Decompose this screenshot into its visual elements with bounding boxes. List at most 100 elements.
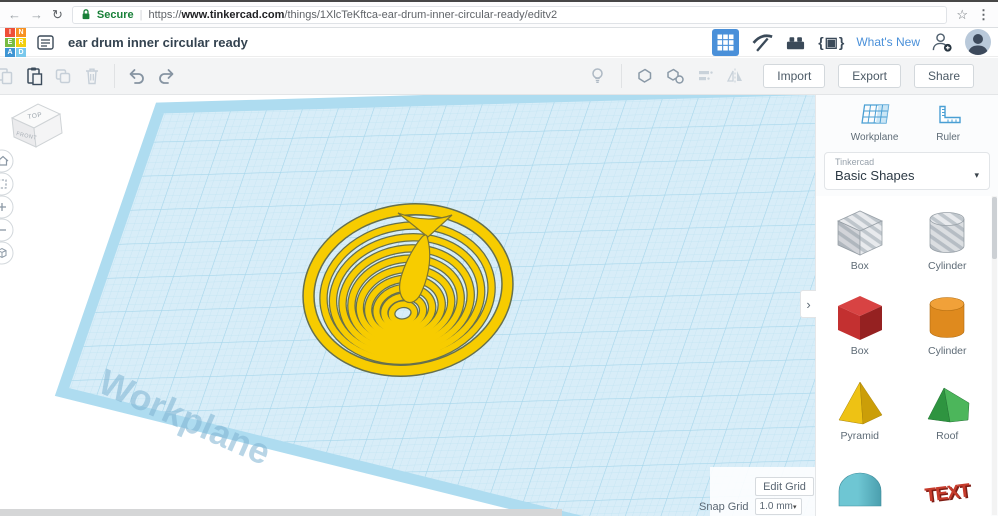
brick-export-button[interactable] <box>784 33 807 51</box>
panel-collapse-button[interactable]: › <box>800 290 816 318</box>
shapes-panel: › Workplane Ruler <box>815 95 998 516</box>
toolbar-separator <box>114 64 115 88</box>
round-roof-icon <box>830 460 890 512</box>
shape-tile-cylinder-orange[interactable]: Cylinder <box>904 281 992 366</box>
header-actions: {▣} What's New <box>712 29 998 56</box>
design-title[interactable]: ear drum inner circular ready <box>68 35 248 50</box>
mirror-icon[interactable] <box>725 66 745 86</box>
import-button[interactable]: Import <box>763 64 825 88</box>
url-domain: www.tinkercad.com <box>182 9 285 21</box>
shape-label: Roof <box>936 430 958 442</box>
redo-icon[interactable] <box>156 66 176 86</box>
edit-toolbar: Import Export Share <box>0 58 998 95</box>
browser-toolbar: ← → ↻ Secure | https://www.tinkercad.com… <box>0 2 998 28</box>
snap-grid-caret-icon: ▾ <box>793 503 797 511</box>
bookmark-star-icon[interactable]: ☆ <box>956 7 968 23</box>
workplane-helper-label: Workplane <box>851 132 899 143</box>
box-striped-icon <box>830 205 890 257</box>
paste-icon[interactable] <box>24 66 44 86</box>
ungroup-icon[interactable] <box>665 66 685 86</box>
logo-cell: N <box>16 28 26 37</box>
shape-tile-roof[interactable]: Roof <box>904 366 992 451</box>
ruler-helper-button[interactable]: Ruler <box>933 102 963 143</box>
shape-label: Box <box>851 260 869 272</box>
panel-scrollbar[interactable] <box>992 196 997 515</box>
codeblocks-button[interactable]: {▣} <box>818 34 845 51</box>
design-view-button[interactable] <box>712 29 739 56</box>
user-avatar[interactable] <box>965 29 991 55</box>
toolbar-separator <box>621 64 622 88</box>
show-all-lightbulb-icon[interactable] <box>588 66 608 86</box>
logo-cell: R <box>16 38 26 47</box>
tinkercad-logo[interactable]: I N E R A D <box>5 28 26 57</box>
view-cube[interactable]: TOP FRONT <box>12 104 62 147</box>
workplane-grid-icon <box>858 102 892 129</box>
app-header: I N E R A D ear drum inner circular read… <box>0 28 998 57</box>
logo-cell: I <box>5 28 15 37</box>
tinkercad-editor-window: ← → ↻ Secure | https://www.tinkercad.com… <box>0 0 998 516</box>
invite-user-button[interactable] <box>931 31 954 53</box>
export-button[interactable]: Export <box>838 64 901 88</box>
group-icon[interactable] <box>635 66 655 86</box>
shape-tile-box-red[interactable]: Box <box>816 281 904 366</box>
share-button[interactable]: Share <box>914 64 974 88</box>
chevron-right-icon: › <box>806 297 810 312</box>
shape-tile-pyramid[interactable]: Pyramid <box>816 366 904 451</box>
logo-cell: E <box>5 38 15 47</box>
page-url: https://www.tinkercad.com/things/1XlcTeK… <box>148 9 557 21</box>
shape-tile-cylinder-striped[interactable]: Cylinder <box>904 196 992 281</box>
clipboard-tools <box>0 64 176 88</box>
duplicate-icon[interactable] <box>53 66 73 86</box>
cylinder-orange-icon <box>917 290 977 342</box>
panel-scrollbar-thumb[interactable] <box>992 197 997 259</box>
roof-icon <box>917 375 977 427</box>
text-3d-icon: TEXT TEXT <box>917 460 977 512</box>
box-red-icon <box>830 290 890 342</box>
shape-label: Cylinder <box>928 260 967 272</box>
shape-label: Pyramid <box>840 430 879 442</box>
ruler-helper-label: Ruler <box>936 132 960 143</box>
window-bottom-strip <box>0 509 562 516</box>
browser-menu-icon[interactable]: ⋮ <box>977 7 990 23</box>
dropdown-brand-label: Tinkercad <box>835 157 979 167</box>
browser-forward-icon[interactable]: → <box>30 8 43 21</box>
snap-grid-select[interactable]: 1.0 mm ▾ <box>755 498 802 515</box>
shape-label: Cylinder <box>928 345 967 357</box>
edit-grid-button[interactable]: Edit Grid <box>755 477 814 496</box>
align-icon[interactable] <box>695 66 715 86</box>
shape-tools: Import Export Share <box>588 64 998 88</box>
address-bar[interactable]: Secure | https://www.tinkercad.com/thing… <box>72 6 947 24</box>
properties-list-icon <box>37 34 55 51</box>
delete-icon[interactable] <box>82 66 102 86</box>
cylinder-striped-icon <box>917 205 977 257</box>
padlock-icon <box>81 8 91 21</box>
url-path: /things/1XlcTeKftca-ear-drum-inner-circu… <box>284 9 557 21</box>
workplane-helper-button[interactable]: Workplane <box>851 102 899 143</box>
undo-icon[interactable] <box>127 66 147 86</box>
avatar-silhouette-icon <box>965 29 991 55</box>
view-nav-controls[interactable] <box>0 150 13 264</box>
snap-grid-value: 1.0 mm <box>760 501 793 512</box>
shape-category-dropdown[interactable]: Tinkercad Basic Shapes ▾ <box>824 152 990 190</box>
whats-new-link[interactable]: What's New <box>856 35 920 49</box>
panel-helpers: Workplane Ruler <box>816 95 998 143</box>
shape-tile-box-striped[interactable]: Box <box>816 196 904 281</box>
pickaxe-icon <box>750 31 773 53</box>
copy-icon[interactable] <box>0 66 15 86</box>
secure-label: Secure <box>97 9 134 21</box>
logo-cell: D <box>16 48 26 57</box>
dropdown-selected-value: Basic Shapes <box>835 168 979 183</box>
design-properties-button[interactable] <box>37 34 55 51</box>
browser-back-icon[interactable]: ← <box>8 8 21 21</box>
minecraft-export-button[interactable] <box>750 31 773 53</box>
chevron-down-icon: ▾ <box>974 170 979 181</box>
ruler-icon <box>933 102 963 129</box>
url-separator: | <box>140 9 143 21</box>
url-scheme: https:// <box>148 9 181 21</box>
shape-tile-round-roof[interactable]: Round Roof <box>816 451 904 516</box>
browser-reload-icon[interactable]: ↻ <box>52 8 63 21</box>
lego-brick-icon <box>784 33 807 51</box>
shape-gallery: Box Cylinder Box <box>816 196 991 516</box>
shape-tile-text[interactable]: TEXT TEXT Text <box>904 451 992 516</box>
viewport-3d[interactable]: Workplane <box>0 95 815 516</box>
